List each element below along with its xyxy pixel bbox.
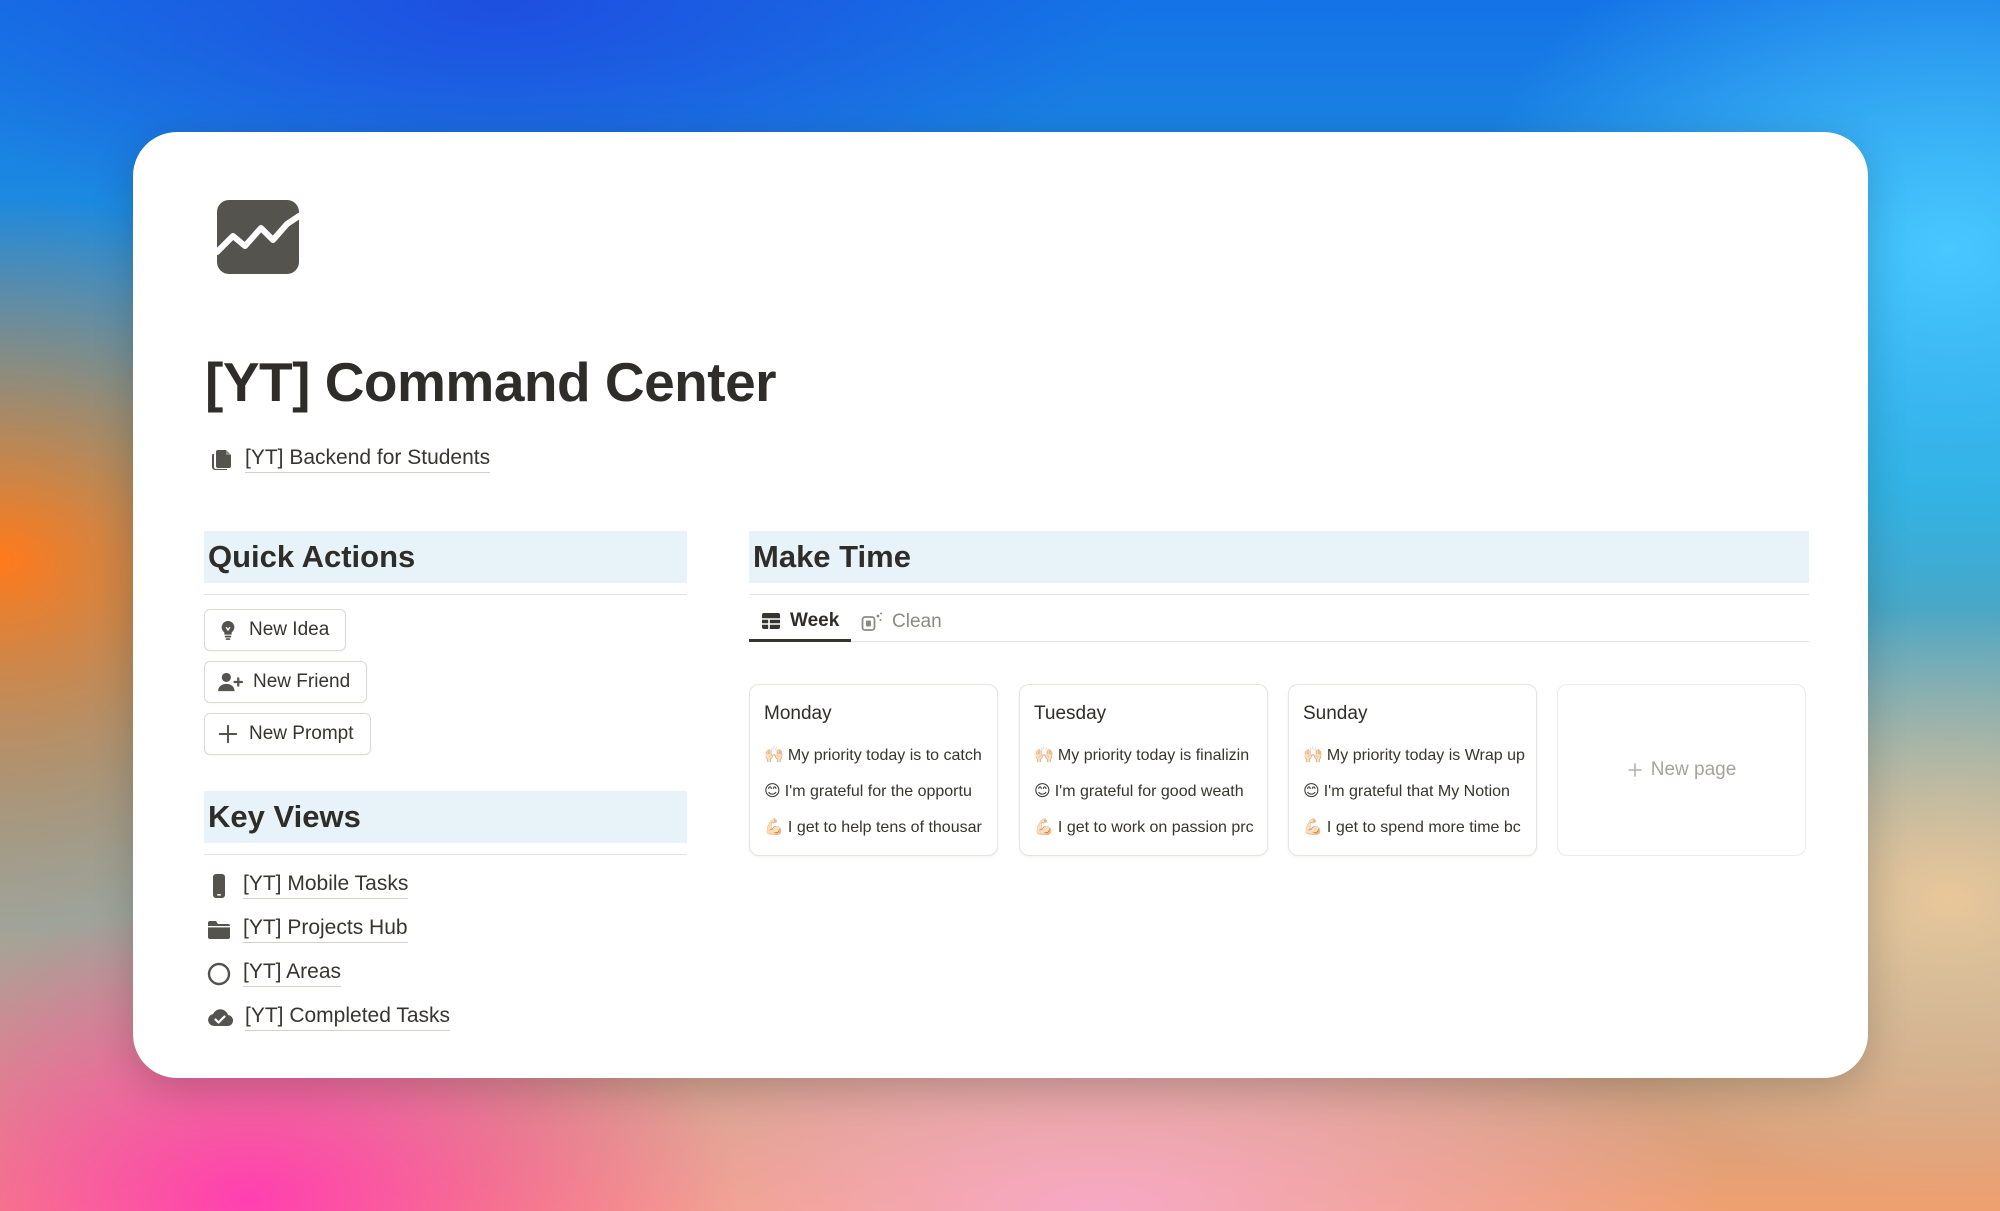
card-grateful-line: 😊 I'm grateful for good weath [1034, 783, 1244, 800]
key-view-areas[interactable]: [YT] Areas [207, 960, 342, 987]
quick-actions-divider [204, 594, 687, 595]
card-grateful-line: 😊 I'm grateful that My Notion [1303, 783, 1510, 800]
mobile-icon [207, 873, 231, 899]
new-friend-button[interactable]: New Friend [204, 661, 368, 703]
card-priority-line: 🙌🏻 My priority today is Wrap up [1303, 747, 1525, 764]
circle-icon [207, 962, 231, 986]
view-tabs: Week Clean [749, 602, 1809, 642]
new-prompt-button[interactable]: New Prompt [204, 713, 371, 755]
card-get-to-line: 💪🏻 I get to work on passion prc [1034, 819, 1254, 836]
new-page-button[interactable]: New page [1557, 684, 1806, 856]
plus-icon [217, 723, 239, 745]
documents-icon [209, 448, 233, 472]
key-view-mobile-tasks[interactable]: [YT] Mobile Tasks [207, 872, 409, 899]
key-view-completed-tasks[interactable]: [YT] Completed Tasks [207, 1004, 451, 1031]
cloud-check-icon [207, 1007, 233, 1029]
card-get-to-line: 💪🏻 I get to help tens of thousar [764, 819, 982, 836]
card-grateful-line: 😊 I'm grateful for the opportu [764, 783, 972, 800]
new-idea-button[interactable]: New Idea [204, 609, 347, 651]
tab-week[interactable]: Week [749, 602, 852, 642]
quick-actions-heading: Quick Actions [204, 531, 687, 583]
folder-icon [207, 919, 231, 941]
card-day: Tuesday [1034, 703, 1107, 724]
backend-link[interactable]: [YT] Backend for Students [209, 446, 491, 473]
make-time-heading: Make Time [749, 531, 1809, 583]
new-friend-label: New Friend [253, 671, 351, 692]
page-title: [YT] Command Center [205, 351, 777, 413]
card-priority-line: 🙌🏻 My priority today is finalizin [1034, 747, 1250, 764]
key-view-label: [YT] Mobile Tasks [243, 872, 409, 899]
make-time-divider [749, 594, 1809, 595]
card-monday[interactable]: Monday 🙌🏻 My priority today is to catch 😊… [749, 684, 998, 856]
card-priority-line: 🙌🏻 My priority today is to catch [764, 747, 982, 764]
key-view-label: [YT] Projects Hub [243, 916, 408, 943]
key-view-label: [YT] Areas [243, 960, 342, 987]
tab-clean[interactable]: Clean [861, 602, 942, 642]
lightbulb-icon [217, 619, 239, 641]
card-day: Monday [764, 703, 832, 724]
sparkle-icon [861, 612, 883, 632]
key-views-heading: Key Views [204, 791, 687, 843]
new-page-label: New page [1650, 759, 1737, 780]
key-views-divider [204, 854, 687, 855]
key-view-label: [YT] Completed Tasks [245, 1004, 451, 1031]
backend-link-label: [YT] Backend for Students [245, 446, 491, 473]
tab-week-label: Week [790, 609, 840, 631]
card-get-to-line: 💪🏻 I get to spend more time bc [1303, 819, 1521, 836]
add-user-icon [217, 671, 243, 693]
plus-icon [1627, 762, 1643, 778]
notion-window: [YT] Command Center [YT] Backend for Stu… [133, 132, 1868, 1078]
tab-clean-label: Clean [892, 611, 942, 632]
table-icon [761, 612, 781, 630]
key-view-projects-hub[interactable]: [YT] Projects Hub [207, 916, 408, 943]
card-tuesday[interactable]: Tuesday 🙌🏻 My priority today is finalizin… [1019, 684, 1268, 856]
card-sunday[interactable]: Sunday 🙌🏻 My priority today is Wrap up 😊 I… [1288, 684, 1537, 856]
new-idea-label: New Idea [249, 619, 330, 640]
chart-line-icon[interactable] [214, 200, 302, 274]
new-prompt-label: New Prompt [249, 723, 354, 744]
card-day: Sunday [1303, 703, 1368, 724]
